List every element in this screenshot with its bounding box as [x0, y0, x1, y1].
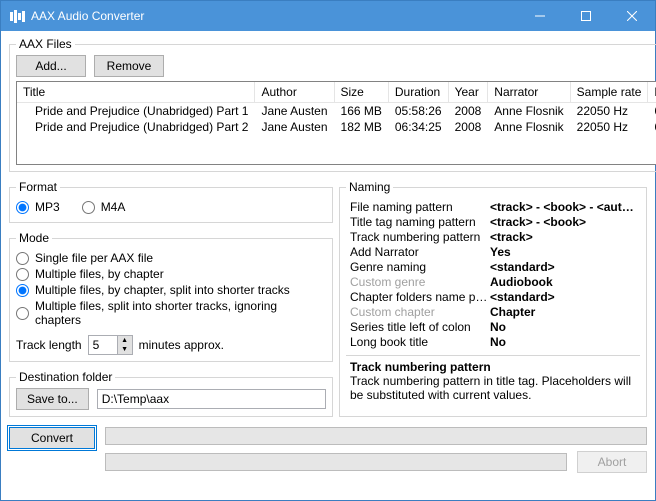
save-to-button[interactable]: Save to... — [16, 388, 89, 410]
minimize-button[interactable] — [517, 1, 563, 31]
format-mp3-option[interactable]: MP3 — [16, 200, 60, 214]
naming-key[interactable]: File naming pattern — [350, 200, 490, 214]
progress-bar-2 — [105, 453, 567, 471]
mode-opt4[interactable]: Multiple files, split into shorter track… — [16, 299, 326, 327]
naming-description: Track numbering pattern Track numbering … — [346, 355, 640, 402]
cell-sampleRate: 22050 Hz — [570, 102, 648, 119]
col-duration[interactable]: Duration — [388, 82, 448, 102]
mode-group: Mode Single file per AAX file Multiple f… — [9, 231, 333, 362]
table-row[interactable]: Pride and Prejudice (Unabridged) Part 1J… — [17, 102, 656, 119]
naming-key[interactable]: Add Narrator — [350, 245, 490, 259]
cell-size: 166 MB — [334, 102, 388, 119]
aax-files-group: AAX Files Add... Remove Title Author Siz… — [9, 37, 656, 172]
progress-bar-1 — [105, 427, 647, 445]
abort-button[interactable]: Abort — [577, 451, 647, 473]
title-bar: AAX Audio Converter — [1, 1, 655, 31]
maximize-button[interactable] — [563, 1, 609, 31]
naming-key[interactable]: Title tag naming pattern — [350, 215, 490, 229]
naming-legend: Naming — [346, 180, 393, 194]
track-length-spinner[interactable]: ▲▼ — [88, 335, 133, 355]
format-group: Format MP3 M4A — [9, 180, 333, 223]
format-legend: Format — [16, 180, 60, 194]
naming-value[interactable]: <track> - <book> — [490, 215, 636, 229]
col-title[interactable]: Title — [17, 82, 255, 102]
naming-property-grid[interactable]: File naming pattern<track> - <book> - <a… — [346, 198, 640, 351]
naming-desc-body: Track numbering pattern in title tag. Pl… — [350, 374, 636, 402]
add-button[interactable]: Add... — [16, 55, 86, 77]
naming-value[interactable]: No — [490, 320, 636, 334]
window-title: AAX Audio Converter — [31, 9, 517, 23]
aax-files-table[interactable]: Title Author Size Duration Year Narrator… — [16, 81, 656, 165]
spin-down-icon[interactable]: ▼ — [117, 345, 132, 354]
col-year[interactable]: Year — [448, 82, 488, 102]
naming-value[interactable]: <track> - <book> - <author> — [490, 200, 636, 214]
naming-value[interactable]: No — [490, 335, 636, 349]
cell-duration: 06:34:25 — [388, 119, 448, 135]
naming-key[interactable]: Long book title — [350, 335, 490, 349]
cell-bitRate: 64 kb/s — [648, 119, 656, 135]
cell-year: 2008 — [448, 102, 488, 119]
cell-author: Jane Austen — [255, 102, 334, 119]
naming-desc-title: Track numbering pattern — [350, 360, 636, 374]
cell-title: Pride and Prejudice (Unabridged) Part 2 — [17, 119, 255, 135]
naming-group: Naming File naming pattern<track> - <boo… — [339, 180, 647, 417]
naming-key[interactable]: Custom chapter — [350, 305, 490, 319]
aax-files-legend: AAX Files — [16, 37, 75, 51]
close-button[interactable] — [609, 1, 655, 31]
format-m4a-radio[interactable] — [82, 201, 95, 214]
app-icon — [9, 8, 25, 24]
col-size[interactable]: Size — [334, 82, 388, 102]
naming-key[interactable]: Custom genre — [350, 275, 490, 289]
col-narrator[interactable]: Narrator — [488, 82, 570, 102]
naming-value[interactable]: <track> — [490, 230, 636, 244]
cell-bitRate: 64 kb/s — [648, 102, 656, 119]
mode-opt1[interactable]: Single file per AAX file — [16, 251, 326, 265]
mode-opt2[interactable]: Multiple files, by chapter — [16, 267, 326, 281]
convert-button[interactable]: Convert — [9, 427, 95, 449]
naming-key[interactable]: Series title left of colon — [350, 320, 490, 334]
track-length-suffix: minutes approx. — [139, 338, 224, 352]
cell-duration: 05:58:26 — [388, 102, 448, 119]
mode-opt3[interactable]: Multiple files, by chapter, split into s… — [16, 283, 326, 297]
naming-value[interactable]: Chapter — [490, 305, 636, 319]
naming-value[interactable]: <standard> — [490, 290, 636, 304]
track-length-input[interactable] — [89, 336, 117, 354]
naming-value[interactable]: Yes — [490, 245, 636, 259]
destination-path-input[interactable] — [97, 389, 326, 409]
cell-author: Jane Austen — [255, 119, 334, 135]
naming-value[interactable]: Audiobook — [490, 275, 636, 289]
cell-size: 182 MB — [334, 119, 388, 135]
col-author[interactable]: Author — [255, 82, 334, 102]
table-row[interactable]: Pride and Prejudice (Unabridged) Part 2J… — [17, 119, 656, 135]
destination-legend: Destination folder — [16, 370, 115, 384]
col-bitrate[interactable]: Bit rate — [648, 82, 656, 102]
format-m4a-option[interactable]: M4A — [82, 200, 126, 214]
format-mp3-radio[interactable] — [16, 201, 29, 214]
col-samplerate[interactable]: Sample rate — [570, 82, 648, 102]
track-length-label: Track length — [16, 338, 82, 352]
spin-up-icon[interactable]: ▲ — [117, 336, 132, 345]
cell-narrator: Anne Flosnik — [488, 102, 570, 119]
naming-key[interactable]: Genre naming — [350, 260, 490, 274]
mode-legend: Mode — [16, 231, 52, 245]
remove-button[interactable]: Remove — [94, 55, 164, 77]
naming-key[interactable]: Track numbering pattern — [350, 230, 490, 244]
naming-key[interactable]: Chapter folders name prefi — [350, 290, 490, 304]
destination-group: Destination folder Save to... — [9, 370, 333, 417]
cell-narrator: Anne Flosnik — [488, 119, 570, 135]
cell-title: Pride and Prejudice (Unabridged) Part 1 — [17, 102, 255, 119]
cell-sampleRate: 22050 Hz — [570, 119, 648, 135]
bottom-bar: Convert Abort — [9, 427, 647, 473]
table-header-row: Title Author Size Duration Year Narrator… — [17, 82, 656, 102]
naming-value[interactable]: <standard> — [490, 260, 636, 274]
cell-year: 2008 — [448, 119, 488, 135]
